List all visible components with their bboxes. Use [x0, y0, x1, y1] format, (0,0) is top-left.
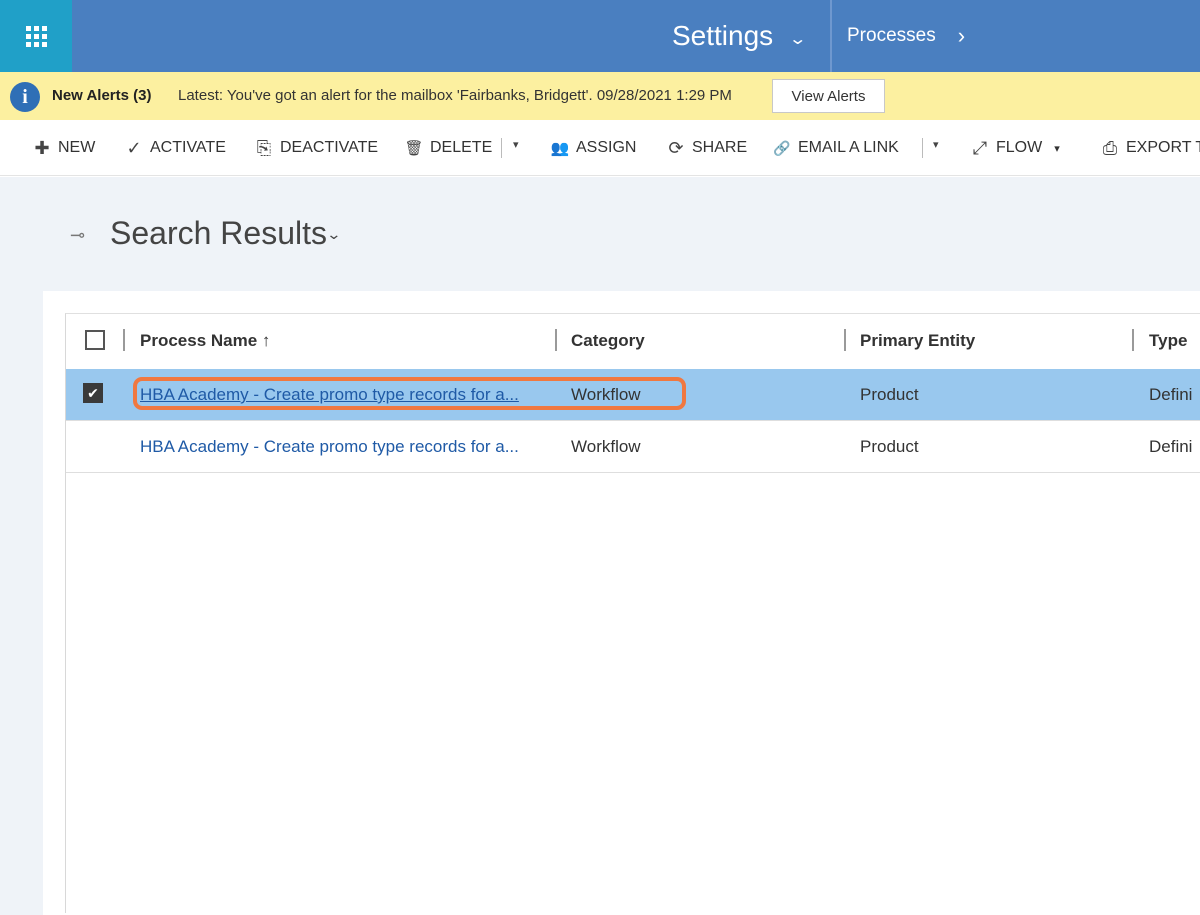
- assign-icon: 👥: [550, 140, 570, 157]
- more-commands-caret-icon[interactable]: ▾: [513, 138, 519, 151]
- share-button[interactable]: ⟳ SHARE: [666, 136, 747, 160]
- primary-entity-cell: Product: [860, 385, 919, 404]
- column-divider[interactable]: [844, 329, 846, 351]
- deactivate-button[interactable]: ⎘ DEACTIVATE: [254, 136, 378, 160]
- processes-nav-item[interactable]: Processes ›: [847, 0, 965, 72]
- alerts-message: Latest: You've got an alert for the mail…: [178, 87, 732, 104]
- check-icon: ✓: [126, 137, 142, 158]
- column-header-process-name[interactable]: Process Name ↑: [140, 313, 270, 369]
- chevron-down-icon: ⌄: [788, 31, 808, 48]
- excel-icon: ⎙: [1102, 137, 1118, 158]
- select-all-checkbox[interactable]: [85, 330, 105, 350]
- share-label: SHARE: [692, 139, 748, 156]
- settings-nav-label: Settings: [672, 20, 774, 51]
- top-nav-bar: Settings ⌄ Processes ›: [0, 0, 1200, 72]
- type-cell: Defini: [1149, 385, 1193, 404]
- more-commands-caret-icon[interactable]: ▾: [933, 138, 939, 151]
- share-icon: ⟳: [668, 137, 684, 158]
- nav-divider: [830, 0, 832, 72]
- command-divider: [501, 138, 502, 158]
- export-label: EXPORT T: [1126, 139, 1200, 156]
- view-selector-title[interactable]: Search Results: [110, 215, 327, 252]
- type-cell: Defini: [1149, 437, 1193, 456]
- plus-icon: ✚: [34, 137, 50, 158]
- column-header-primary-entity[interactable]: Primary Entity: [860, 313, 975, 369]
- delete-button[interactable]: 🗑 DELETE: [404, 136, 492, 160]
- settings-nav-menu[interactable]: Settings ⌄: [672, 0, 808, 72]
- export-button[interactable]: ⎙ EXPORT T: [1100, 136, 1200, 160]
- deactivate-label: DEACTIVATE: [280, 139, 379, 156]
- assign-label: ASSIGN: [576, 139, 637, 156]
- column-divider[interactable]: [1132, 329, 1134, 351]
- column-header-type[interactable]: Type: [1149, 313, 1187, 369]
- view-alerts-button[interactable]: View Alerts: [772, 79, 885, 113]
- delete-label: DELETE: [430, 139, 493, 156]
- flow-icon: ⤢: [972, 137, 988, 158]
- command-divider: [922, 138, 923, 158]
- info-icon: i: [10, 82, 40, 112]
- activate-button[interactable]: ✓ ACTIVATE: [124, 136, 226, 160]
- row-checkbox[interactable]: ✔: [83, 383, 103, 403]
- column-divider[interactable]: [555, 329, 557, 351]
- deactivate-icon: ⎘: [256, 137, 272, 158]
- processes-nav-label: Processes: [847, 25, 936, 46]
- new-button[interactable]: ✚ NEW: [32, 136, 95, 160]
- table-row[interactable]: ✔ HBA Academy - Create promo type record…: [66, 369, 1200, 421]
- command-bar: ✚ NEW ✓ ACTIVATE ⎘ DEACTIVATE 🗑 DELETE ▾…: [0, 120, 1200, 176]
- alerts-bar: i New Alerts (3) Latest: You've got an a…: [0, 72, 1200, 120]
- table-row[interactable]: HBA Academy - Create promo type records …: [66, 421, 1200, 473]
- link-icon: 🔗: [773, 139, 791, 156]
- process-name-link[interactable]: HBA Academy - Create promo type records …: [140, 385, 552, 405]
- new-label: NEW: [58, 139, 96, 156]
- chevron-down-icon[interactable]: ⌄: [326, 226, 341, 243]
- flow-button[interactable]: ⤢ FLOW ▾: [970, 136, 1060, 160]
- waffle-grid-icon[interactable]: [0, 0, 72, 72]
- trash-icon: 🗑: [404, 140, 424, 157]
- alerts-title: New Alerts (3): [52, 87, 152, 104]
- flow-label: FLOW: [996, 139, 1043, 156]
- column-header-category[interactable]: Category: [571, 313, 645, 369]
- pin-icon[interactable]: ⊸: [70, 225, 85, 246]
- activate-label: ACTIVATE: [150, 139, 226, 156]
- category-cell: Workflow: [571, 385, 641, 404]
- primary-entity-cell: Product: [860, 437, 919, 456]
- column-divider: [123, 329, 125, 351]
- chevron-right-icon: ›: [957, 23, 966, 48]
- email-link-button[interactable]: 🔗 EMAIL A LINK: [772, 136, 899, 160]
- assign-button[interactable]: 👥 ASSIGN: [550, 136, 637, 160]
- process-name-link[interactable]: HBA Academy - Create promo type records …: [140, 437, 552, 457]
- flow-caret-icon: ▾: [1054, 142, 1060, 155]
- category-cell: Workflow: [571, 437, 641, 456]
- email-link-label: EMAIL A LINK: [798, 139, 899, 156]
